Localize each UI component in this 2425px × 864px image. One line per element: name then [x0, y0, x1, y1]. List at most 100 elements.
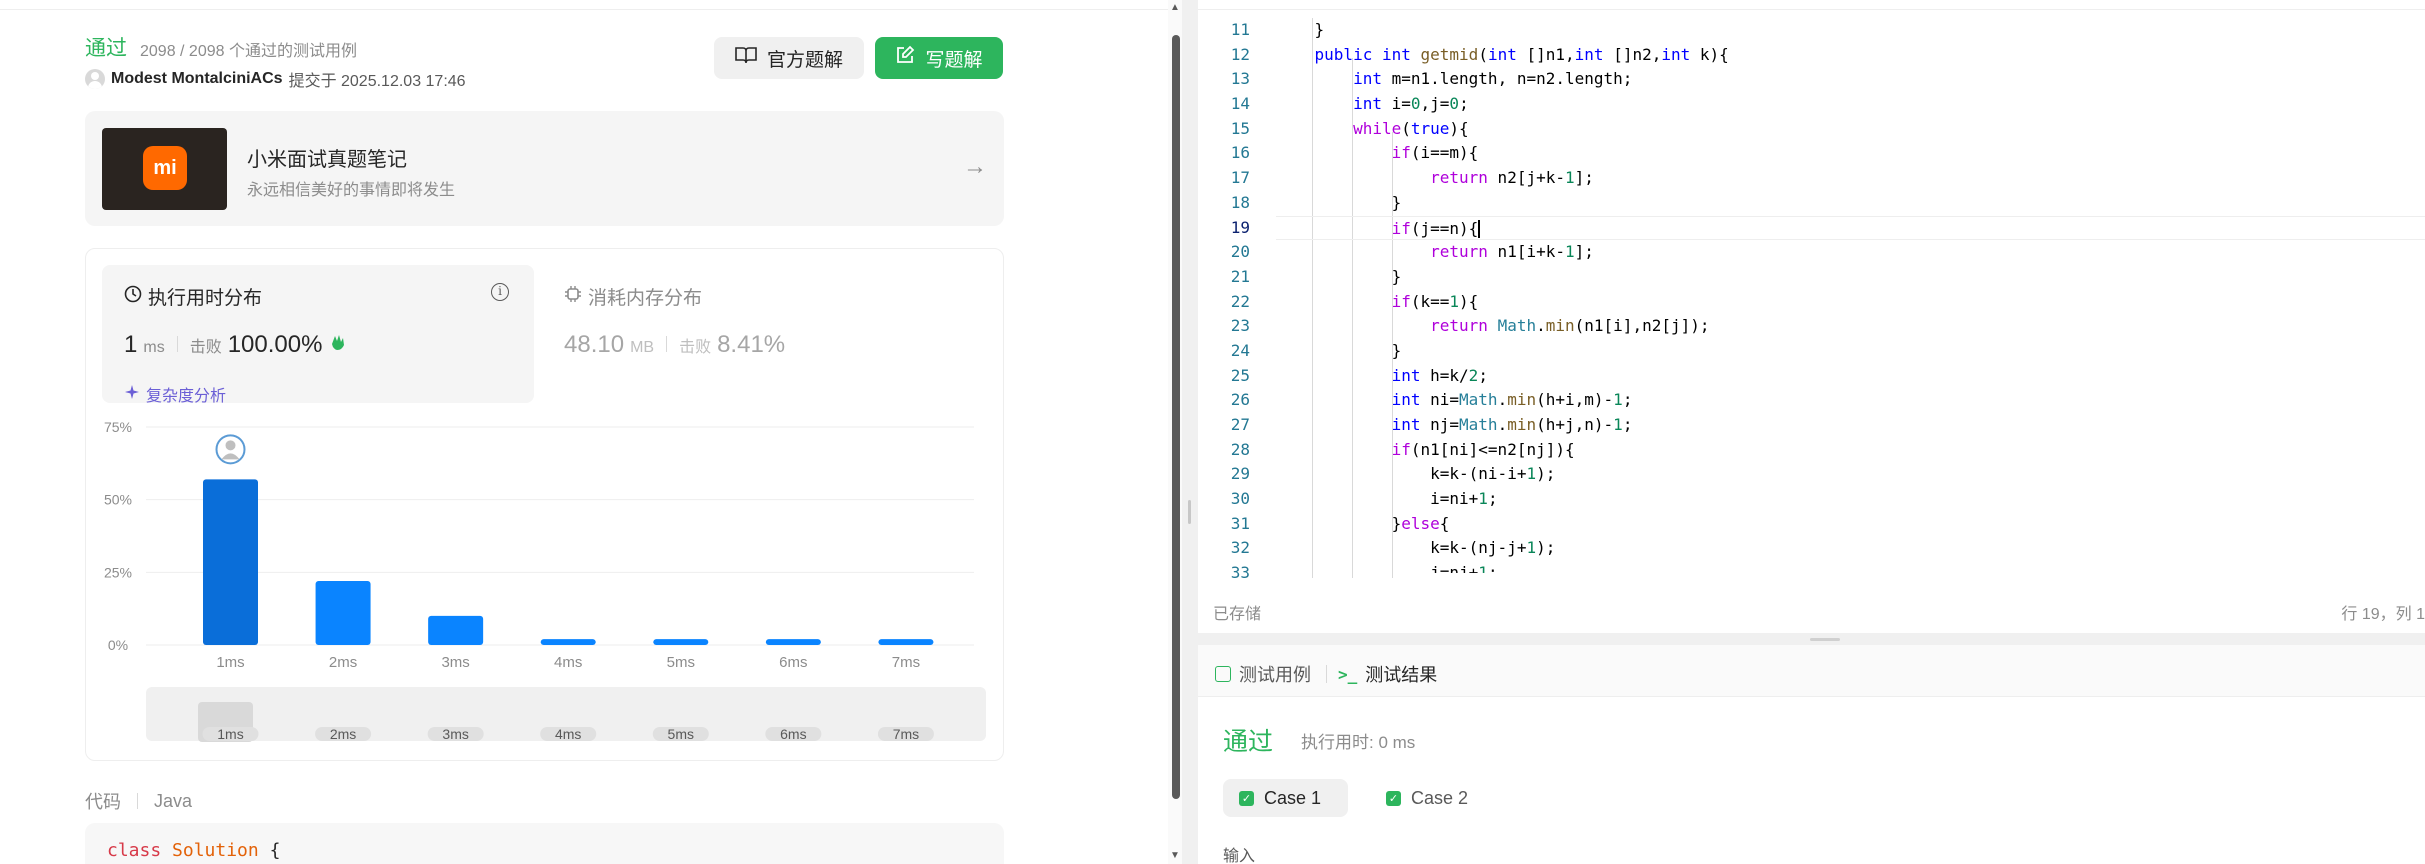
memory-box[interactable]: 消耗内存分布 48.10 MB 击败 8.41% — [564, 265, 984, 403]
runtime-unit: ms — [143, 339, 165, 356]
line-number: 20 — [1230, 242, 1250, 262]
line-number: 30 — [1230, 489, 1250, 509]
runtime-title-text: 执行用时分布 — [148, 288, 263, 309]
write-solution-label: 写题解 — [925, 49, 983, 71]
code-line: int m=n1.length, n=n2.length; — [1353, 69, 1633, 89]
range-label: 5ms — [668, 726, 694, 742]
y-tick-label: 25% — [104, 564, 132, 580]
tab-test-results[interactable]: >_ 测试结果 — [1338, 661, 1437, 687]
code-line: while(true){ — [1353, 118, 1469, 138]
code-line: }else{ — [1276, 513, 1450, 533]
range-label: 7ms — [893, 726, 919, 742]
code-line: } — [1276, 340, 1402, 360]
chart-bar[interactable] — [653, 639, 709, 645]
line-number: 26 — [1230, 390, 1250, 410]
saved-status: 已存储 — [1213, 606, 1262, 623]
tab-test-cases[interactable]: 测试用例 — [1215, 661, 1311, 687]
checkbox-icon — [1215, 666, 1231, 682]
avatar[interactable] — [85, 69, 105, 89]
code-line: int nj=Math.min(h+j,n)-1; — [1391, 415, 1633, 434]
divider — [137, 793, 138, 809]
code-line: return n1[i+k-1]; — [1430, 242, 1594, 262]
editor-top-border — [1198, 0, 2425, 10]
runtime-value-row: 1 ms 击败 100.00% — [124, 331, 348, 359]
author-name[interactable]: Modest MontalciniACs — [111, 70, 283, 88]
code-brace: { — [258, 840, 281, 861]
case-2-tab[interactable]: ✓ Case 2 — [1370, 779, 1490, 817]
promo-image: mi — [102, 128, 227, 210]
runtime-title: 执行用时分布 — [124, 283, 262, 310]
panel-top-border — [0, 0, 1168, 10]
scroll-up-icon[interactable]: ▲ — [1170, 2, 1180, 13]
result-runtime: 执行用时: 0 ms — [1301, 733, 1416, 752]
test-panel: 测试用例 >_ 测试结果 通过 执行用时: 0 ms ✓ Case 1 ✓ Ca… — [1198, 645, 2425, 864]
input-label: 输入 — [1223, 848, 1256, 864]
memory-title: 消耗内存分布 — [564, 283, 702, 310]
case-1-label: Case 1 — [1264, 787, 1322, 808]
x-tick-label: 6ms — [779, 654, 807, 671]
code-line: public int getmid(int []n1,int []n2,int … — [1314, 44, 1729, 64]
code-line: if(i==m){ — [1391, 143, 1479, 163]
official-solution-label: 官方题解 — [766, 49, 843, 71]
divider — [176, 336, 178, 352]
line-number: 14 — [1230, 94, 1250, 114]
scroll-down-icon[interactable]: ▼ — [1170, 850, 1180, 861]
range-label: 3ms — [442, 726, 468, 742]
write-solution-button[interactable]: 写题解 — [875, 37, 1003, 79]
memory-title-text: 消耗内存分布 — [588, 288, 703, 309]
y-tick-label: 75% — [104, 419, 132, 435]
code-line-current: if(j==n){ — [1276, 215, 2425, 241]
left-scrollbar-thumb[interactable] — [1172, 35, 1180, 799]
code-line: if(k==1){ — [1391, 291, 1479, 311]
official-solution-button[interactable]: 官方题解 — [714, 37, 864, 79]
code-editor[interactable]: 11 12 13 14 15 16 17 18 19 20 21 22 23 24 25 26 27 28 29 30… — [1198, 0, 2425, 633]
drag-handle-icon[interactable] — [1810, 638, 1840, 641]
sparkle-icon — [124, 384, 140, 405]
submission-panel: 通过 2098 / 2098 个通过的测试用例 Modest Montalcin… — [0, 0, 1168, 864]
line-number: 17 — [1230, 168, 1250, 188]
cursor-position[interactable]: 行 19，列 1 — [2341, 600, 2425, 624]
code-preview[interactable]: class Solution { — [85, 823, 1004, 864]
chart-bar[interactable] — [315, 581, 371, 645]
drag-handle-icon[interactable] — [1188, 500, 1191, 524]
panel-resize-divider[interactable] — [1182, 0, 1198, 864]
runtime-beats-value: 100.00% — [227, 331, 323, 358]
chart-bar[interactable] — [878, 639, 934, 645]
tab-test-cases-label: 测试用例 — [1239, 665, 1311, 685]
code-line: k=k-(nj-j+1); — [1276, 538, 1556, 558]
x-tick-label: 2ms — [329, 654, 357, 671]
runtime-distribution-chart[interactable]: 75% 50% 25% 0% 1ms 2ms 3ms 4ms 5ms 6ms 7ms 1ms 2ms 3m… — [86, 409, 1003, 759]
y-tick-label: 0% — [108, 637, 128, 653]
divider — [666, 336, 668, 352]
memory-unit: MB — [630, 339, 655, 356]
avatar-head — [225, 440, 236, 451]
line-number: 13 — [1230, 69, 1250, 89]
runtime-beats-label: 击败 — [189, 339, 222, 356]
code-section-header: 代码 Java — [85, 788, 192, 814]
line-number: 12 — [1230, 44, 1250, 64]
case-1-tab[interactable]: ✓ Case 1 — [1223, 779, 1348, 817]
info-icon[interactable]: i — [491, 283, 509, 301]
x-tick-label: 3ms — [441, 654, 469, 671]
chart-bar[interactable] — [540, 639, 596, 645]
promo-card[interactable]: mi 小米面试真题笔记 永远相信美好的事情即将发生 → — [85, 111, 1004, 226]
code-line: if(n1[ni]<=n2[nj]){ — [1391, 439, 1575, 459]
line-number: 31 — [1230, 513, 1250, 533]
tests-passed-count: 2098 / 2098 个通过的测试用例 — [140, 43, 357, 60]
promo-subtitle: 永远相信美好的事情即将发生 — [247, 182, 456, 199]
app-root: 通过 2098 / 2098 个通过的测试用例 Modest Montalcin… — [0, 0, 2425, 864]
code-lines[interactable]: } public int getmid(int []n1,int []n2,in… — [1276, 18, 2425, 573]
code-line: j=nj+1; — [1276, 563, 1498, 573]
line-number: 24 — [1230, 340, 1250, 360]
memory-beats-value: 8.41% — [717, 331, 786, 358]
runtime-box[interactable]: 执行用时分布 i 1 ms 击败 100.00% 复杂度分析 — [102, 265, 534, 406]
line-number: 15 — [1230, 118, 1250, 138]
complexity-analysis-link[interactable]: 复杂度分析 — [124, 382, 226, 406]
chart-bar[interactable] — [203, 479, 258, 645]
memory-value: 48.10 — [564, 331, 625, 358]
line-number: 27 — [1230, 415, 1250, 434]
text-caret — [1478, 220, 1480, 238]
chart-bar[interactable] — [428, 615, 484, 645]
chart-bar[interactable] — [765, 639, 821, 645]
check-icon: ✓ — [1386, 790, 1401, 806]
